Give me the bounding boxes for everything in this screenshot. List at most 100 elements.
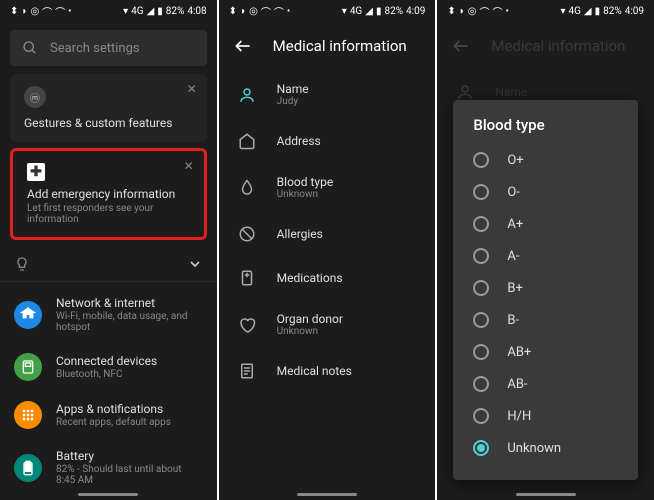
radio-option[interactable]: AB+ [453,336,638,368]
item-subtitle: Wi-Fi, mobile, data usage, and hotspot [56,311,203,333]
signal-icon: ◢ [584,6,592,17]
settings-item[interactable]: Battery 82% - Should last until about 8:… [0,439,217,496]
wifi-icon: ▾ [342,6,347,17]
status-bar: ⬍ ◗ ◎ ⌒ ⌒ • ▾ 4G ◢ ▮ 82% 4:08 [0,0,217,22]
battery-icon: ▮ [376,6,382,17]
more-icon: • [287,6,290,17]
clock: 4:09 [625,6,644,17]
radio-option[interactable]: O+ [453,144,638,176]
item-icon [237,315,257,335]
item-subtitle: Unknown [277,189,334,200]
medical-list: Name Judy Address Blood type Unknown All… [219,70,436,393]
medical-item[interactable]: Medical notes [219,349,436,393]
medical-item[interactable]: Blood type Unknown [219,163,436,212]
medical-item[interactable]: Address [219,119,436,163]
radio-icon [473,184,489,200]
screen-medical-info: ⬍ ◗ ◎ ⌒ ⌒ • ▾ 4G ◢ ▮ 82% 4:09 Medical in… [219,0,436,500]
blood-type-dialog: Blood type O+ O- A+ A- B+ B- AB+ AB- H/H… [453,100,638,480]
radio-label: O- [507,185,520,200]
radio-option[interactable]: AB- [453,368,638,400]
moon-icon: ◗ [240,6,246,17]
vpn-icon: ⌒ [493,4,503,19]
close-icon[interactable]: ✕ [187,82,197,96]
gestures-card[interactable]: ✕ ⓜ Gestures & custom features [10,74,207,142]
radio-icon [473,440,489,456]
item-title: Organ donor [277,312,343,326]
moon-icon: ◗ [21,6,27,17]
home-indicator[interactable] [516,493,576,496]
gestures-title: Gestures & custom features [24,116,193,130]
lte-label: 4G [568,6,580,17]
radio-label: B- [507,313,519,328]
item-icon [237,85,257,105]
settings-item[interactable]: Display Wallpaper, sleep, font size [0,496,217,500]
medical-item[interactable]: Name Judy [219,70,436,119]
vpn-icon: ⌒ [42,4,52,19]
back-icon[interactable] [233,36,253,56]
home-indicator[interactable] [297,493,357,496]
radio-icon [473,376,489,392]
radio-icon [473,152,489,168]
item-subtitle: Judy [277,96,309,107]
settings-item[interactable]: Apps & notifications Recent apps, defaul… [0,391,217,439]
radio-option[interactable]: B- [453,304,638,336]
item-title: Connected devices [56,354,157,368]
plus-icon: ✚ [27,163,45,181]
item-icon [14,401,42,429]
radio-option[interactable]: B+ [453,272,638,304]
clock: 4:08 [187,6,206,17]
radio-option[interactable]: O- [453,176,638,208]
emergency-subtitle: Let first responders see your informatio… [27,203,190,225]
radio-icon [473,216,489,232]
radio-icon [473,344,489,360]
settings-item[interactable]: Network & internet Wi-Fi, mobile, data u… [0,286,217,343]
vpn-icon: ⌒ [274,4,284,19]
item-icon [14,301,42,329]
radio-label: O+ [507,153,523,168]
radio-option[interactable]: A+ [453,208,638,240]
back-icon [451,36,471,56]
status-icon: ⬍ [447,6,455,17]
home-indicator[interactable] [78,493,138,496]
item-icon [237,268,257,288]
more-icon: • [506,6,509,17]
target-icon: ◎ [249,6,258,17]
radio-label: Unknown [507,441,561,456]
medical-item[interactable]: Organ donor Unknown [219,300,436,349]
radio-label: A- [507,249,519,264]
medical-item[interactable]: Allergies [219,212,436,256]
emergency-card[interactable]: ✕ ✚ Add emergency information Let first … [10,148,207,240]
header: Medical information [219,22,436,70]
radio-label: AB+ [507,345,531,360]
radio-icon [473,408,489,424]
moon-icon: ◗ [459,6,465,17]
header-dimmed: Medical information [437,22,654,70]
radio-option[interactable]: H/H [453,400,638,432]
more-icon: • [68,6,71,17]
radio-option[interactable]: A- [453,240,638,272]
status-icon: ⬍ [10,6,18,17]
item-title: Network & internet [56,296,203,310]
settings-item[interactable]: Connected devices Bluetooth, NFC [0,343,217,391]
close-icon[interactable]: ✕ [184,159,194,173]
suggestions-toggle[interactable] [0,246,217,282]
vpn-icon: ⌒ [55,4,65,19]
item-title: Allergies [277,227,323,241]
status-bar: ⬍ ◗ ◎ ⌒ ⌒ • ▾ 4G ◢ ▮ 82% 4:09 [219,0,436,22]
medical-item[interactable]: Medications [219,256,436,300]
radio-option[interactable]: Unknown [453,432,638,464]
search-input[interactable]: Search settings [10,30,207,66]
item-title: Medical notes [277,364,352,378]
radio-icon [473,280,489,296]
item-icon [237,178,257,198]
dialog-title: Blood type [453,116,638,144]
radio-label: AB- [507,377,527,392]
battery-pct: 82% [603,6,622,17]
target-icon: ◎ [30,6,39,17]
search-icon [22,40,38,56]
item-title: Name [277,82,309,96]
clock: 4:09 [406,6,425,17]
item-subtitle: Bluetooth, NFC [56,369,157,380]
signal-icon: ◢ [365,6,373,17]
lte-label: 4G [131,6,143,17]
